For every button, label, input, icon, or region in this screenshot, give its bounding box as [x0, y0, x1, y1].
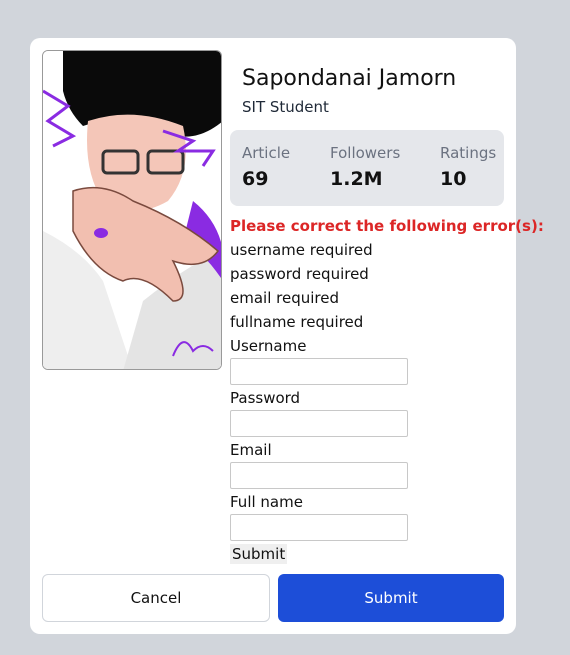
error-item: password required: [230, 265, 369, 283]
cancel-button[interactable]: Cancel: [42, 574, 270, 622]
profile-role: SIT Student: [242, 98, 329, 116]
stat-followers: Followers 1.2M: [330, 144, 400, 190]
stat-label: Article: [242, 144, 291, 162]
error-item: username required: [230, 241, 373, 259]
fullname-input[interactable]: [230, 514, 408, 541]
error-item: email required: [230, 289, 339, 307]
password-label: Password: [230, 389, 301, 407]
profile-photo: [42, 50, 222, 370]
form-submit-button[interactable]: Submit: [230, 544, 288, 564]
profile-illustration-icon: [43, 51, 221, 369]
stat-value: 69: [242, 168, 269, 190]
profile-card: Sapondanai Jamorn SIT Student Article 69…: [30, 38, 544, 634]
password-input[interactable]: [230, 410, 408, 437]
username-label: Username: [230, 337, 307, 355]
error-item: fullname required: [230, 313, 364, 331]
stat-value: 1.2M: [330, 168, 383, 190]
stat-label: Ratings: [440, 144, 497, 162]
stat-article: Article 69: [242, 144, 290, 190]
stat-ratings: Ratings 10: [440, 144, 496, 190]
submit-button[interactable]: Submit: [278, 574, 504, 622]
fullname-label: Full name: [230, 493, 303, 511]
username-input[interactable]: [230, 358, 408, 385]
stats-panel: Article 69 Followers 1.2M Ratings 10: [230, 130, 504, 206]
profile-name: Sapondanai Jamorn: [242, 66, 457, 91]
stat-value: 10: [440, 168, 467, 190]
error-summary-title: Please correct the following error(s):: [230, 217, 544, 235]
stat-label: Followers: [330, 144, 401, 162]
email-label: Email: [230, 441, 272, 459]
email-input[interactable]: [230, 462, 408, 489]
